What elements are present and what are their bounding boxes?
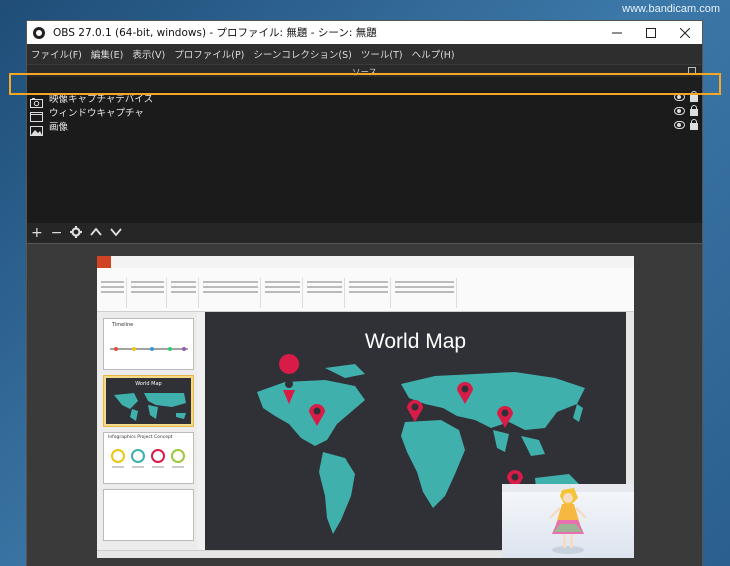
ppt-file-tab — [97, 256, 111, 268]
source-item-label: ウィンドウキャプチャ — [49, 108, 144, 119]
infographic-graphic — [111, 449, 185, 468]
add-icon[interactable]: + — [31, 226, 43, 240]
ppt-title-bar — [97, 256, 634, 268]
menu-tools[interactable]: ツール(T) — [361, 47, 403, 61]
sources-toolbar: + − — [27, 223, 702, 243]
thumbnail-slide-1[interactable]: Timeline — [103, 318, 194, 370]
ribbon-group — [393, 278, 457, 308]
menu-file[interactable]: ファイル(F) — [31, 47, 82, 61]
visibility-eye-icon[interactable] — [674, 121, 685, 129]
menu-profile[interactable]: プロファイル(P) — [174, 47, 244, 61]
ribbon-group — [305, 278, 345, 308]
source-item-window-capture[interactable]: ウィンドウキャプチャ — [27, 105, 702, 122]
close-button[interactable] — [668, 21, 702, 44]
maximize-icon — [646, 27, 656, 38]
minimize-icon — [612, 32, 622, 33]
ribbon-group — [263, 278, 303, 308]
lock-icon[interactable] — [690, 105, 698, 116]
thumbnail-slide-2[interactable]: World Map — [103, 375, 194, 427]
menu-view[interactable]: 表示(V) — [132, 47, 165, 61]
captured-powerpoint: Timeline World Map Infographics Project … — [97, 256, 634, 558]
lock-icon[interactable] — [690, 119, 698, 130]
visibility-eye-icon[interactable] — [674, 107, 685, 115]
obs-window: OBS 27.0.1 (64-bit, windows) - プロファイル: 無… — [26, 20, 703, 566]
lock-icon[interactable] — [690, 91, 698, 102]
window-icon — [30, 107, 43, 122]
thumbnail-label: Timeline — [112, 322, 134, 328]
map-pin — [407, 400, 423, 422]
sources-list: 映像キャプチャデバイス ウィンドウキャプチャ 画像 — [27, 91, 702, 223]
menu-help[interactable]: ヘルプ(H) — [412, 47, 455, 61]
move-down-icon[interactable] — [110, 226, 123, 240]
ribbon-group — [201, 278, 261, 308]
source-item-label: 画像 — [49, 122, 69, 133]
obs-logo-icon — [33, 26, 45, 39]
source-item-image[interactable]: 画像 — [27, 119, 702, 136]
menu-bar: ファイル(F) 編集(E) 表示(V) プロファイル(P) シーンコレクション(… — [27, 44, 702, 64]
timeline-graphic — [110, 347, 188, 351]
image-icon — [30, 121, 43, 136]
thumbnail-label — [104, 490, 193, 496]
remove-icon[interactable]: − — [51, 226, 63, 240]
ribbon-group — [347, 278, 391, 308]
minimize-button[interactable] — [600, 21, 634, 44]
thumbnail-label: Infographics Project Concept — [108, 435, 173, 440]
title-bar[interactable]: OBS 27.0.1 (64-bit, windows) - プロファイル: 無… — [27, 21, 702, 44]
ribbon-group — [169, 278, 199, 308]
preview-canvas[interactable]: Timeline World Map Infographics Project … — [27, 243, 702, 566]
mini-world-map — [114, 393, 186, 421]
menu-scene-collection[interactable]: シーンコレクション(S) — [253, 47, 351, 61]
maximize-button[interactable] — [634, 21, 668, 44]
slide-thumbnails: Timeline World Map Infographics Project … — [97, 312, 197, 558]
window-controls — [600, 21, 702, 44]
ppt-ribbon — [97, 268, 634, 312]
gear-icon[interactable] — [70, 225, 83, 241]
window-title: OBS 27.0.1 (64-bit, windows) - プロファイル: 無… — [53, 27, 377, 39]
close-icon — [680, 27, 690, 38]
ribbon-group — [129, 278, 167, 308]
ribbon-group — [99, 278, 127, 308]
thumbnail-slide-4[interactable] — [103, 489, 194, 541]
watermark: www.bandicam.com — [622, 3, 720, 15]
thumbnail-slide-3[interactable]: Infographics Project Concept — [103, 432, 194, 484]
menu-edit[interactable]: 編集(E) — [91, 47, 123, 61]
move-up-icon[interactable] — [90, 226, 103, 240]
avatar-character — [502, 484, 634, 554]
webcam-overlay — [502, 484, 634, 558]
selection-highlight — [9, 73, 721, 95]
